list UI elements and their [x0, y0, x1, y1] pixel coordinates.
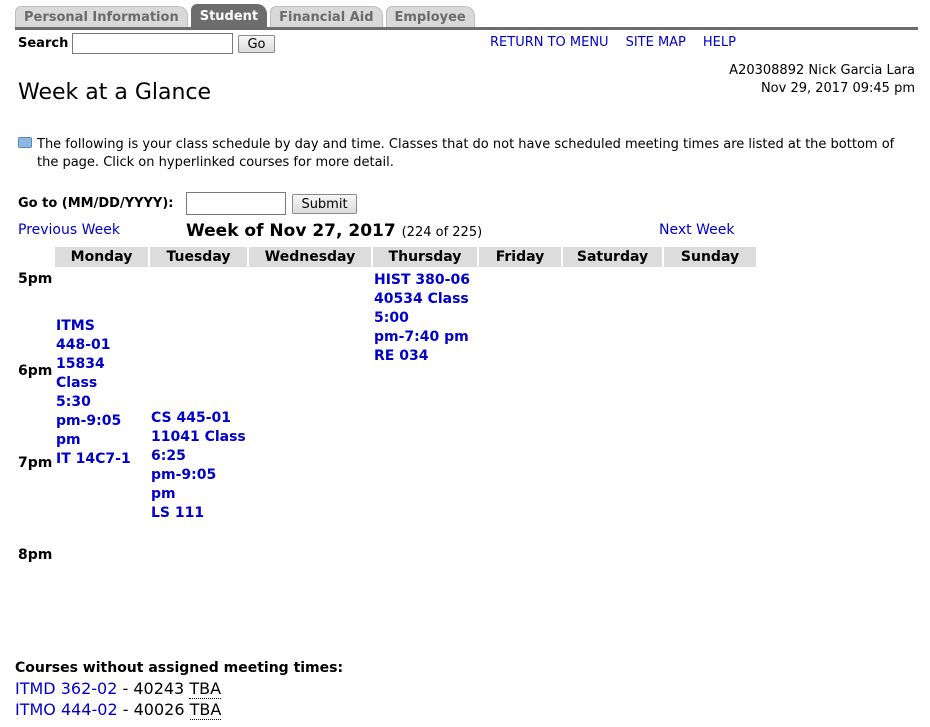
unassigned-course-link[interactable]: ITMO 444-02 [15, 700, 118, 719]
course-line: CS 445-01 [151, 410, 232, 426]
submit-button[interactable]: Submit [292, 194, 357, 214]
tba-label: TBA [189, 700, 222, 720]
user-id-name: A20308892 Nick Garcia Lara [729, 63, 915, 78]
day-header-monday: Monday [55, 247, 148, 267]
course-block-monday[interactable]: ITMS 448-01 15834 Class 5:30 pm-9:05 pm … [56, 317, 131, 469]
info-text: The following is your class schedule by … [37, 137, 895, 170]
course-crn: 40026 [133, 700, 185, 719]
goto-date-input[interactable] [186, 192, 286, 215]
course-crn: 40243 [133, 679, 185, 698]
course-line: ITMS [56, 318, 95, 334]
return-to-menu-link[interactable]: RETURN TO MENU [490, 35, 609, 50]
day-header-thursday: Thursday [373, 247, 477, 267]
day-header-wednesday: Wednesday [249, 247, 371, 267]
unassigned-courses-title: Courses without assigned meeting times: [15, 660, 344, 676]
unassigned-course-link[interactable]: ITMD 362-02 [15, 679, 117, 698]
next-week-link[interactable]: Next Week [659, 222, 734, 238]
course-line: pm-9:05 [151, 467, 217, 483]
tab-bar: Personal Information Student Financial A… [15, 4, 478, 28]
search-input[interactable] [72, 33, 233, 54]
course-line: pm [151, 486, 176, 502]
hour-5pm: 5pm [18, 271, 53, 287]
course-line: pm-9:05 [56, 413, 122, 429]
course-line: 5:00 [374, 310, 409, 326]
week-title-text: Week of Nov 27, 2017 [186, 221, 396, 241]
day-header-saturday: Saturday [563, 247, 662, 267]
hour-8pm: 8pm [18, 547, 53, 563]
tab-employee[interactable]: Employee [385, 6, 475, 28]
course-line: 6:25 [151, 448, 186, 464]
page-title: Week at a Glance [18, 80, 212, 105]
course-line: 5:30 [56, 394, 91, 410]
course-line: 40534 Class [374, 291, 469, 307]
user-info: A20308892 Nick Garcia Lara Nov 29, 2017 … [729, 62, 915, 98]
go-button[interactable]: Go [238, 35, 275, 53]
course-block-tuesday[interactable]: CS 445-01 11041 Class 6:25 pm-9:05 pm LS… [151, 409, 246, 523]
day-header-tuesday: Tuesday [150, 247, 247, 267]
tab-personal-information[interactable]: Personal Information [15, 6, 188, 28]
course-line: HIST 380-06 [374, 272, 470, 288]
tba-label: TBA [189, 679, 222, 699]
separator: - [122, 700, 134, 719]
course-line: Class [56, 375, 98, 391]
previous-week-link[interactable]: Previous Week [18, 222, 120, 238]
course-line: LS 111 [151, 505, 205, 521]
site-map-link[interactable]: SITE MAP [626, 35, 686, 50]
unassigned-course-row: ITMO 444-02 - 40026 TBA [15, 700, 222, 720]
course-line: 15834 [56, 356, 105, 372]
course-line: RE 034 [374, 348, 429, 364]
current-datetime: Nov 29, 2017 09:45 pm [760, 81, 915, 96]
tab-financial-aid[interactable]: Financial Aid [270, 6, 383, 28]
info-icon [18, 137, 32, 148]
day-header-friday: Friday [479, 247, 561, 267]
hour-7pm: 7pm [18, 455, 53, 471]
course-line: 448-01 [56, 337, 111, 353]
course-line: IT 14C7-1 [56, 451, 131, 467]
course-block-thursday[interactable]: HIST 380-06 40534 Class 5:00 pm-7:40 pm … [374, 271, 470, 366]
tab-divider [15, 27, 918, 30]
course-line: pm [56, 432, 81, 448]
goto-date-label: Go to (MM/DD/YYYY): [18, 196, 174, 211]
course-line: pm-7:40 pm [374, 329, 469, 345]
top-links: RETURN TO MENU SITE MAP HELP [490, 35, 736, 50]
hour-6pm: 6pm [18, 363, 53, 379]
separator: - [122, 679, 134, 698]
tab-student[interactable]: Student [190, 4, 268, 28]
week-title: Week of Nov 27, 2017 (224 of 225) [186, 221, 482, 241]
course-line: 11041 Class [151, 429, 246, 445]
week-count: (224 of 225) [401, 225, 483, 240]
day-header-sunday: Sunday [664, 247, 756, 267]
search-label: Search [18, 36, 69, 51]
help-link[interactable]: HELP [703, 35, 736, 50]
unassigned-course-row: ITMD 362-02 - 40243 TBA [15, 679, 222, 699]
